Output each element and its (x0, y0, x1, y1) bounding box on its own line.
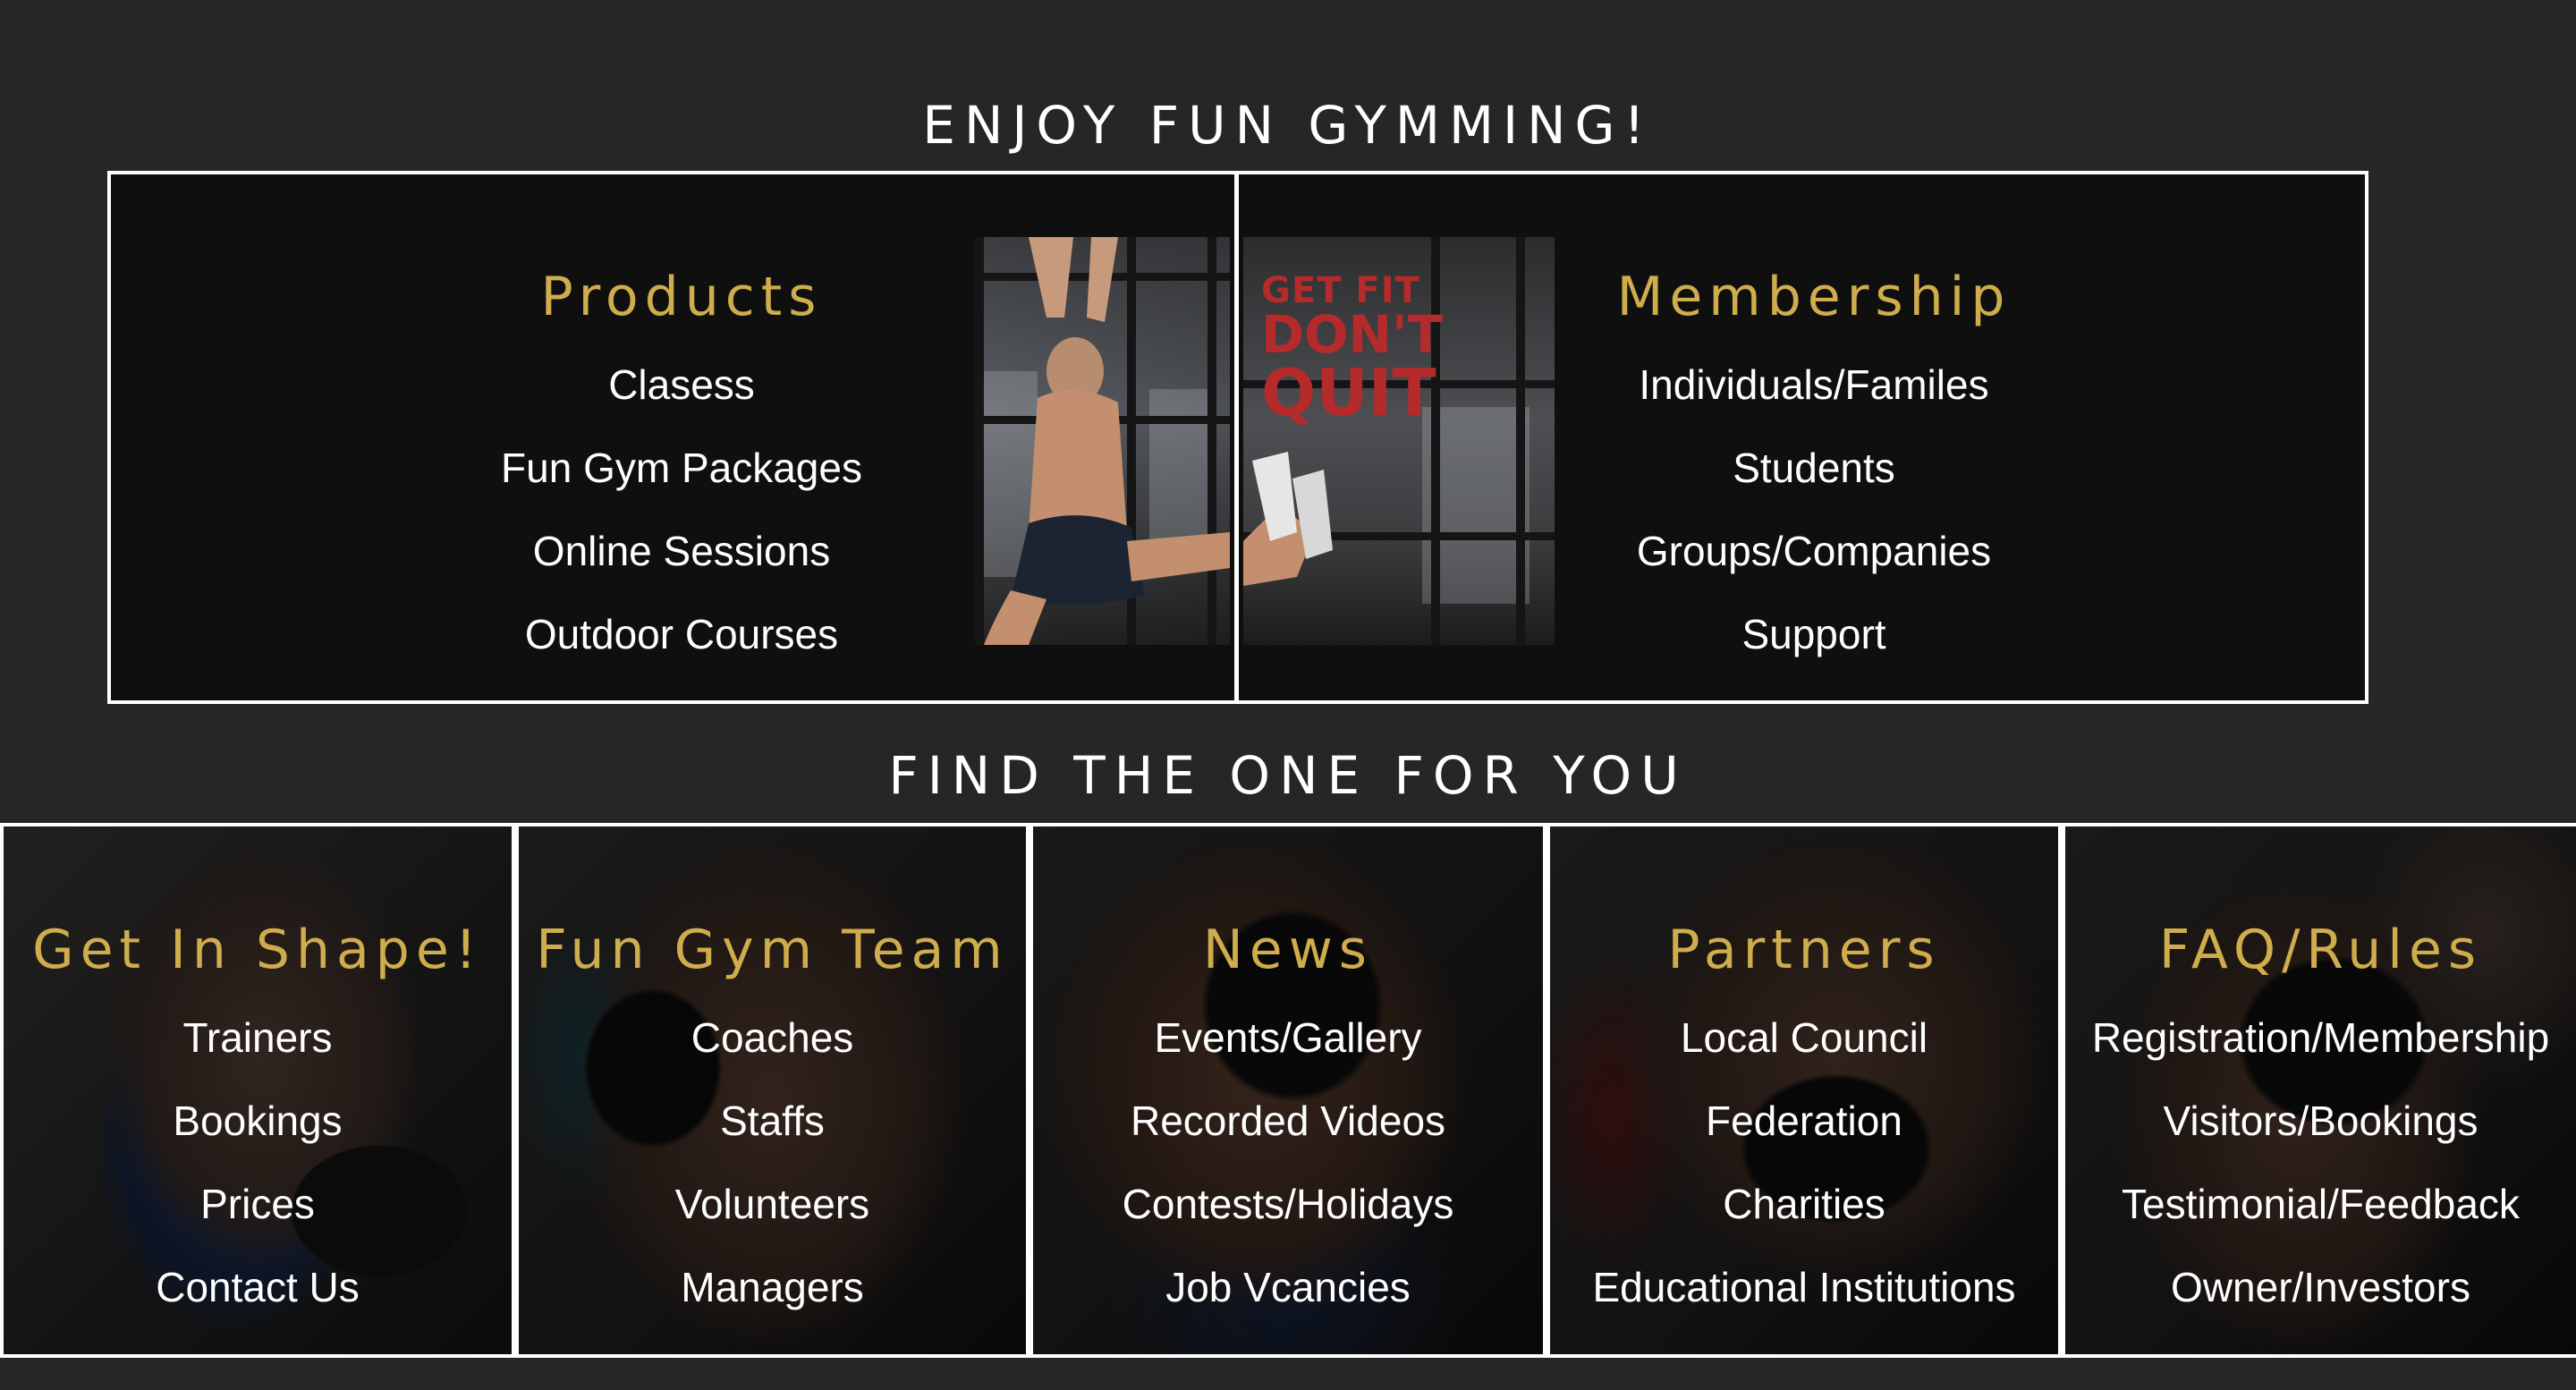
card-link-staffs[interactable]: Staffs (519, 1080, 1026, 1163)
membership-item-students[interactable]: Students (1574, 427, 2054, 510)
card-faq-rules: FAQ/Rules Registration/Membership Visito… (2065, 826, 2576, 1354)
card-link-recorded-videos[interactable]: Recorded Videos (1033, 1080, 1543, 1163)
gym-photo-athlete (975, 237, 1230, 645)
products-item-outdoor-courses[interactable]: Outdoor Courses (465, 593, 898, 676)
category-grid: Get In Shape! Trainers Bookings Prices C… (0, 823, 2576, 1358)
products-item-packages[interactable]: Fun Gym Packages (465, 427, 898, 510)
card-link-volunteers[interactable]: Volunteers (519, 1163, 1026, 1246)
enjoy-heading: ENJOY FUN GYMMING! (922, 95, 1654, 156)
card-title[interactable]: Get In Shape! (4, 912, 512, 987)
promo-slogan: GET FIT DON'T QUIT (1261, 270, 1444, 430)
card-link-owner-investors[interactable]: Owner/Investors (2065, 1246, 2576, 1329)
card-link-trainers[interactable]: Trainers (4, 996, 512, 1080)
card-get-in-shape: Get In Shape! Trainers Bookings Prices C… (4, 826, 512, 1354)
card-link-events-gallery[interactable]: Events/Gallery (1033, 996, 1543, 1080)
card-link-managers[interactable]: Managers (519, 1246, 1026, 1329)
card-title[interactable]: News (1033, 912, 1543, 987)
page-bottom-strip (0, 1358, 2576, 1390)
card-link-prices[interactable]: Prices (4, 1163, 512, 1246)
card-link-contact-us[interactable]: Contact Us (4, 1246, 512, 1329)
card-link-federation[interactable]: Federation (1550, 1080, 2058, 1163)
card-title[interactable]: Fun Gym Team (519, 912, 1026, 987)
athlete-figure (984, 237, 1230, 645)
membership-item-groups[interactable]: Groups/Companies (1574, 510, 2054, 593)
card-link-job-vacancies[interactable]: Job Vcancies (1033, 1246, 1543, 1329)
membership-title[interactable]: Membership (1574, 259, 2054, 335)
card-link-educational-institutions[interactable]: Educational Institutions (1550, 1246, 2058, 1329)
card-title[interactable]: FAQ/Rules (2065, 912, 2576, 987)
card-fun-gym-team: Fun Gym Team Coaches Staffs Volunteers M… (519, 826, 1026, 1354)
membership-item-individuals[interactable]: Individuals/Familes (1574, 343, 2054, 427)
products-item-online-sessions[interactable]: Online Sessions (465, 510, 898, 593)
card-title[interactable]: Partners (1550, 912, 2058, 987)
card-link-local-council[interactable]: Local Council (1550, 996, 2058, 1080)
find-heading: FIND THE ONE FOR YOU (888, 745, 1688, 806)
card-news: News Events/Gallery Recorded Videos Cont… (1033, 826, 1543, 1354)
card-link-bookings[interactable]: Bookings (4, 1080, 512, 1163)
membership-menu: Membership Individuals/Familes Students … (1574, 259, 2054, 676)
card-link-testimonial-feedback[interactable]: Testimonial/Feedback (2065, 1163, 2576, 1246)
card-link-contests-holidays[interactable]: Contests/Holidays (1033, 1163, 1543, 1246)
products-title[interactable]: Products (465, 259, 898, 335)
card-link-visitors-bookings[interactable]: Visitors/Bookings (2065, 1080, 2576, 1163)
membership-item-support[interactable]: Support (1574, 593, 2054, 676)
card-link-charities[interactable]: Charities (1550, 1163, 2058, 1246)
card-partners: Partners Local Council Federation Charit… (1550, 826, 2058, 1354)
card-link-registration[interactable]: Registration/Membership (2065, 996, 2576, 1080)
products-item-classes[interactable]: Clasess (465, 343, 898, 427)
top-box-divider (1234, 171, 1239, 704)
card-link-coaches[interactable]: Coaches (519, 996, 1026, 1080)
products-menu: Products Clasess Fun Gym Packages Online… (465, 259, 898, 676)
gym-photo-slogan: GET FIT DON'T QUIT (1243, 237, 1555, 645)
